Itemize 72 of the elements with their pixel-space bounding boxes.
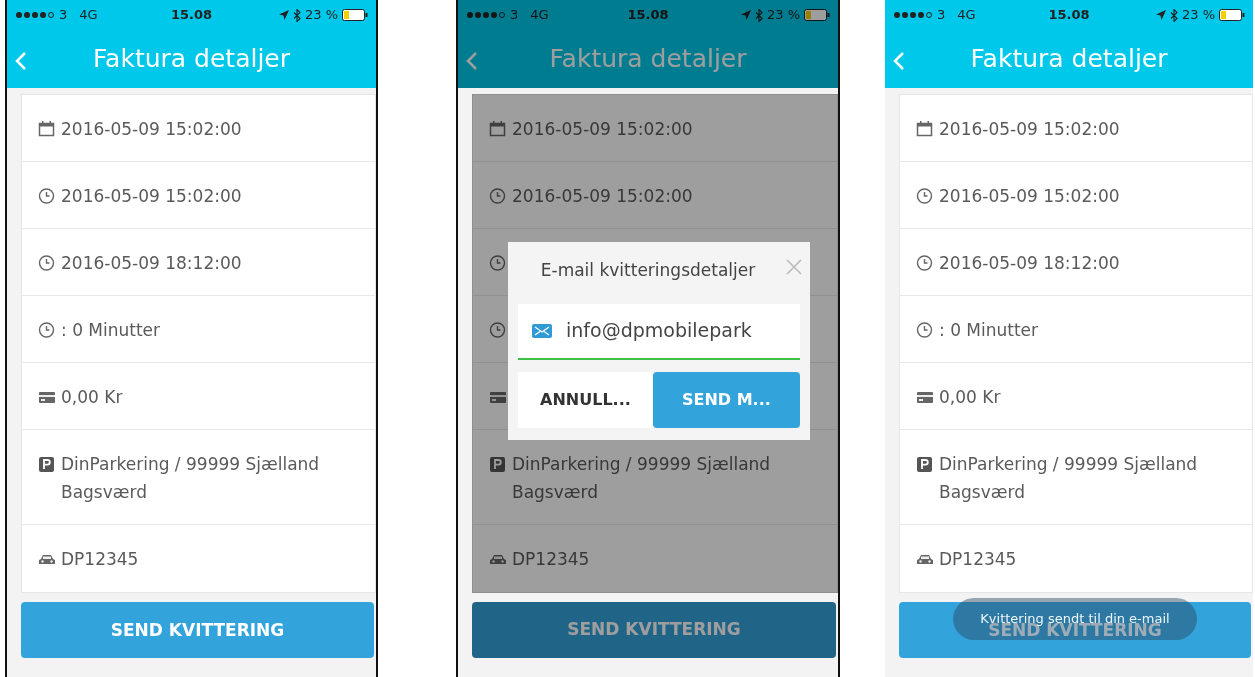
location-arrow-icon	[1155, 10, 1166, 20]
detail-text: 2016-05-09 15:02:00	[61, 185, 242, 209]
status-time: 15.08	[1047, 6, 1091, 25]
carrier-name: 3	[937, 6, 946, 25]
network-type: 4G	[79, 6, 98, 25]
email-input[interactable]: info@dpmobilepark	[566, 316, 776, 345]
network-type: 4G	[530, 6, 549, 25]
signal-icon	[15, 11, 55, 19]
calendar-icon	[38, 120, 56, 138]
clock-icon	[489, 321, 507, 340]
clock-icon	[38, 254, 56, 273]
detail-text: : 0 Minutter	[939, 319, 1039, 343]
parking-sign-icon	[489, 455, 507, 474]
status-time: 15.08	[169, 6, 214, 25]
signal-icon	[466, 11, 506, 19]
detail-text: DinParkering / 99999 Sjælland Bagsværd	[939, 453, 1199, 505]
email-field[interactable]: info@dpmobilepark	[518, 303, 800, 360]
detail-text: : 0 Minutter	[61, 319, 161, 343]
envelope-icon	[532, 323, 552, 338]
detail-text: 2016-05-09 15:02:00	[939, 185, 1120, 209]
clock-icon	[38, 321, 56, 340]
clock-icon	[916, 254, 934, 273]
back-chevron-icon	[15, 50, 27, 71]
battery-percent: 23 %	[1181, 6, 1215, 25]
detail-text: 2016-05-09 18:12:00	[61, 252, 242, 276]
clock-icon	[916, 321, 934, 340]
battery-icon	[804, 9, 830, 21]
close-icon	[786, 258, 802, 275]
parking-sign-icon	[916, 455, 934, 474]
detail-text: 2016-05-09 15:02:00	[512, 118, 693, 141]
dialog-title: E-mail kvitteringsdetaljer	[539, 259, 757, 282]
carrier-name: 3	[59, 6, 68, 25]
detail-text: 2016-05-09 18:12:00	[939, 252, 1120, 276]
bluetooth-icon	[754, 8, 763, 22]
send-receipt-button[interactable]: SEND KVITTERING	[472, 602, 836, 659]
detail-text: 2016-05-09 15:02:00	[512, 185, 693, 209]
detail-text: DP12345	[61, 548, 139, 572]
location-arrow-icon	[740, 10, 751, 20]
back-chevron-icon	[466, 50, 478, 71]
send-mail-button[interactable]: SEND M...	[652, 371, 800, 428]
network-type: 4G	[957, 6, 976, 25]
detail-text: DP12345	[939, 548, 1017, 572]
carrier-name: 3	[510, 6, 519, 25]
bluetooth-icon	[292, 8, 301, 22]
parking-sign-icon	[38, 455, 56, 474]
detail-text: 0,00 Kr	[939, 386, 1001, 410]
calendar-icon	[916, 120, 934, 138]
clock-icon	[38, 187, 56, 206]
battery-icon	[342, 9, 368, 21]
clock-icon	[489, 187, 507, 206]
detail-text: DinParkering / 99999 Sjælland Bagsværd	[61, 453, 321, 505]
back-chevron-icon	[893, 50, 905, 71]
detail-text: 0,00 Kr	[61, 386, 123, 410]
screen-title: Faktura detaljer	[549, 43, 747, 76]
clock-icon	[489, 254, 507, 273]
calendar-icon	[489, 120, 507, 138]
screen-title: Faktura detaljer	[970, 43, 1168, 76]
battery-percent: 23 %	[304, 6, 338, 25]
status-time: 15.08	[626, 6, 670, 25]
signal-icon	[893, 11, 933, 19]
battery-percent: 23 %	[766, 6, 800, 25]
clock-icon	[916, 187, 934, 206]
detail-text: DinParkering / 99999 Sjælland Bagsværd	[512, 453, 772, 505]
location-arrow-icon	[278, 10, 289, 20]
screen-title: Faktura detaljer	[93, 43, 290, 76]
detail-text: 2016-05-09 15:02:00	[61, 118, 242, 141]
battery-icon	[1219, 9, 1245, 21]
detail-text: 2016-05-09 15:02:00	[939, 118, 1120, 141]
detail-text: DP12345	[512, 548, 590, 572]
cancel-button[interactable]: ANNULL...	[518, 371, 653, 428]
send-receipt-button[interactable]: SEND KVITTERING	[21, 602, 374, 659]
bluetooth-icon	[1169, 8, 1178, 22]
